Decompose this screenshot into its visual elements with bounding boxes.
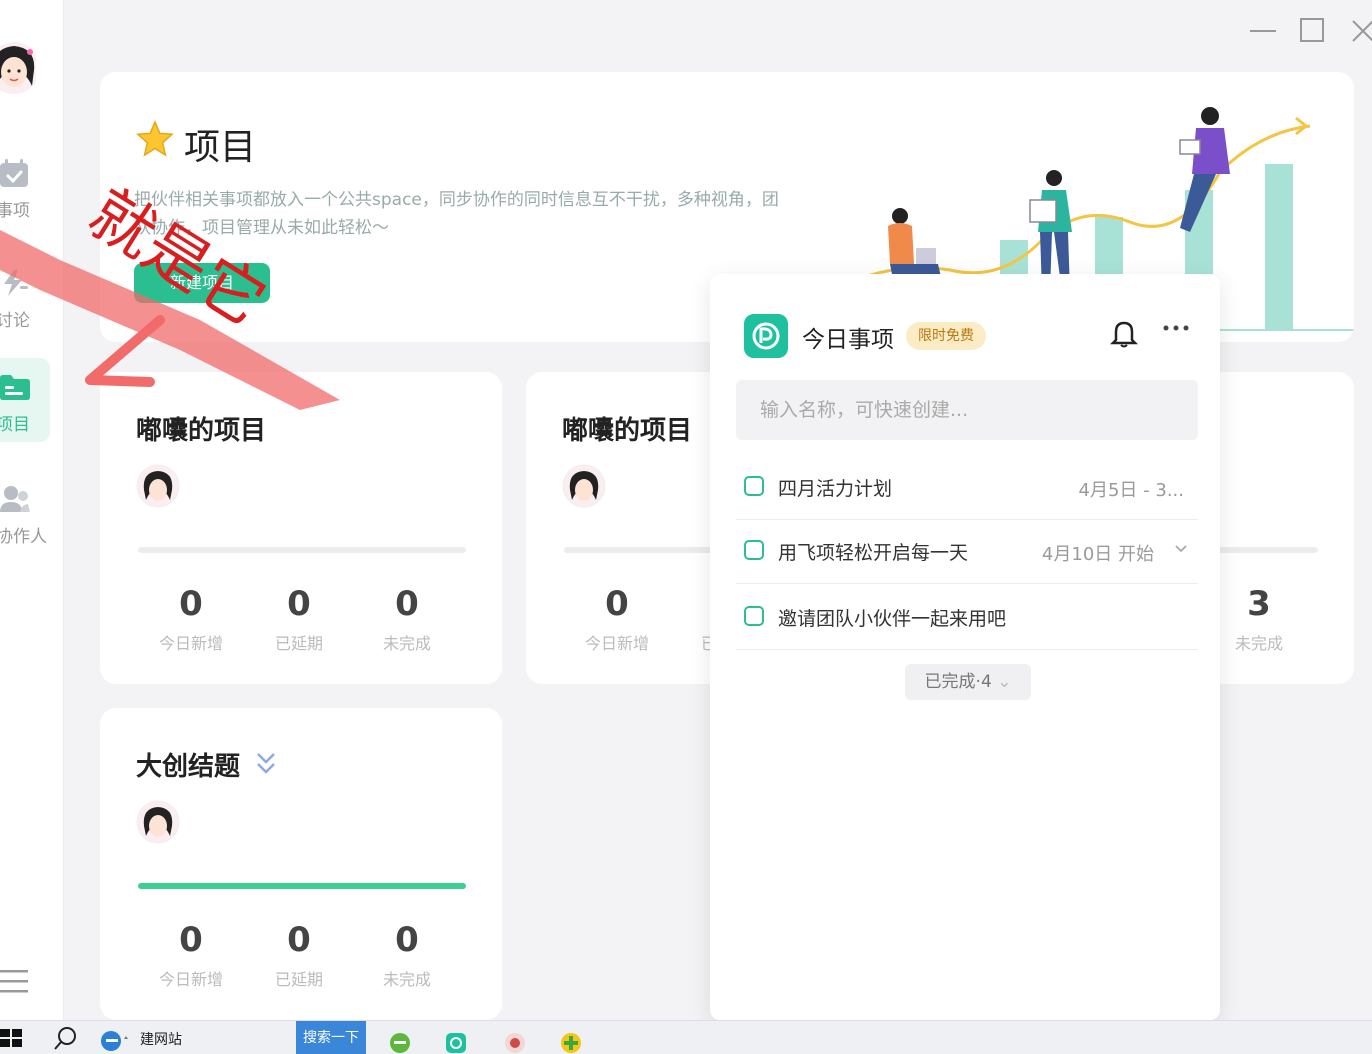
progress-bar (138, 547, 466, 553)
page-description: 把伙伴相关事项都放入一个公共space，同步协作的同时信息互不干扰，多种视角，团… (134, 190, 779, 238)
completed-toggle[interactable]: 已完成·4 ⌄ (905, 664, 1031, 700)
task-title: 邀请团队小伙伴一起来用吧 (778, 608, 1007, 630)
sidebar-item-projects[interactable]: 项目 (0, 358, 50, 442)
task-title: 四月活力计划 (778, 478, 893, 500)
project-card[interactable]: 大创结题 0 今日新增 0 已延期 0 未完成 (100, 708, 502, 1020)
today-tasks-panel: 今日事项 限时免费 四月活力计划 4月5日 - 3... 用飞项轻松开启每一天 … (710, 274, 1220, 1020)
sidebar-item-label: 事项 (0, 201, 30, 221)
stat-today-new: 0 今日新增 (158, 920, 223, 989)
quick-create-input[interactable] (736, 380, 1198, 440)
discussion-icon (4, 270, 28, 296)
close-icon[interactable] (1348, 16, 1372, 46)
stat-incomplete: 3 未完成 (1234, 584, 1283, 653)
project-card[interactable]: 嘟囔的项目 0 今日新增 0 已延期 0 未完成 (100, 372, 502, 684)
taskbar: 建网站 搜索一下 (0, 1020, 1372, 1054)
chat-app-icon[interactable] (500, 1021, 530, 1054)
project-title: 嘟囔的项目 (562, 416, 693, 446)
search-icon[interactable] (52, 1021, 80, 1054)
windows-start-icon[interactable] (0, 1021, 26, 1054)
app-logo-icon[interactable] (442, 1021, 470, 1054)
new-project-button[interactable]: 新建项目 (134, 263, 270, 303)
sidebar-item-label: 项目 (0, 415, 30, 435)
task-date: 4月5日 - 3... (1078, 480, 1184, 501)
taskbar-search-button[interactable]: 搜索一下 (296, 1021, 366, 1054)
free-badge: 限时免费 (906, 322, 986, 350)
task-item[interactable]: 用飞项轻松开启每一天 4月10日 开始 (736, 518, 1198, 584)
star-icon (136, 120, 174, 157)
security-app-icon[interactable] (556, 1021, 586, 1054)
app-logo-icon (744, 314, 788, 358)
member-avatar (562, 464, 606, 508)
member-avatar (136, 464, 180, 508)
calendar-check-icon (0, 159, 28, 187)
task-date: 4月10日 开始 (1041, 544, 1154, 565)
task-title: 用飞项轻松开启每一天 (778, 542, 969, 564)
member-avatar (136, 800, 180, 844)
menu-icon[interactable] (0, 968, 28, 996)
more-icon[interactable] (1162, 318, 1190, 338)
sidebar-item-label: 协作人 (0, 527, 47, 547)
project-title: 嘟囔的项目 (136, 416, 267, 446)
task-checkbox[interactable] (744, 476, 764, 496)
browser-e-icon[interactable] (386, 1021, 414, 1054)
page-title: 项目 (184, 127, 257, 168)
stat-incomplete: 0 未完成 (382, 920, 431, 989)
sidebar-item-collaborators[interactable]: 协作人 (0, 474, 50, 558)
folder-icon (0, 375, 30, 400)
ie-browser-icon[interactable] (98, 1021, 132, 1054)
stat-today-new: 0 今日新增 (584, 584, 649, 653)
task-item[interactable]: 邀请团队小伙伴一起来用吧 (736, 584, 1198, 650)
panel-title: 今日事项 (802, 327, 894, 353)
progress-bar (138, 883, 466, 889)
sidebar-item-label: 讨论 (0, 311, 30, 331)
stat-overdue: 0已延期 (274, 920, 323, 989)
maximize-icon[interactable] (1298, 16, 1328, 46)
double-chevron-down-icon[interactable] (254, 750, 278, 780)
project-title: 大创结题 (136, 752, 241, 782)
sidebar-item-discussion[interactable]: 讨论 (0, 258, 50, 342)
sidebar-item-tasks[interactable]: 事项 (0, 148, 50, 232)
task-checkbox[interactable] (744, 540, 764, 560)
stat-incomplete: 0 未完成 (382, 584, 431, 653)
chevron-down-icon[interactable] (1174, 544, 1188, 554)
stat-today-new: 0 今日新增 (158, 584, 223, 653)
taskbar-site-label[interactable]: 建网站 (140, 1029, 182, 1049)
minimize-icon[interactable] (1248, 16, 1278, 46)
task-item[interactable]: 四月活力计划 4月5日 - 3... (736, 454, 1198, 520)
task-checkbox[interactable] (744, 606, 764, 626)
sidebar: 事项 讨论 项目 协作人 (0, 0, 64, 1020)
collaborators-icon (0, 486, 30, 512)
bell-icon[interactable] (1110, 318, 1138, 348)
stat-overdue: 0已延期 (274, 584, 323, 653)
user-avatar[interactable] (0, 40, 36, 96)
